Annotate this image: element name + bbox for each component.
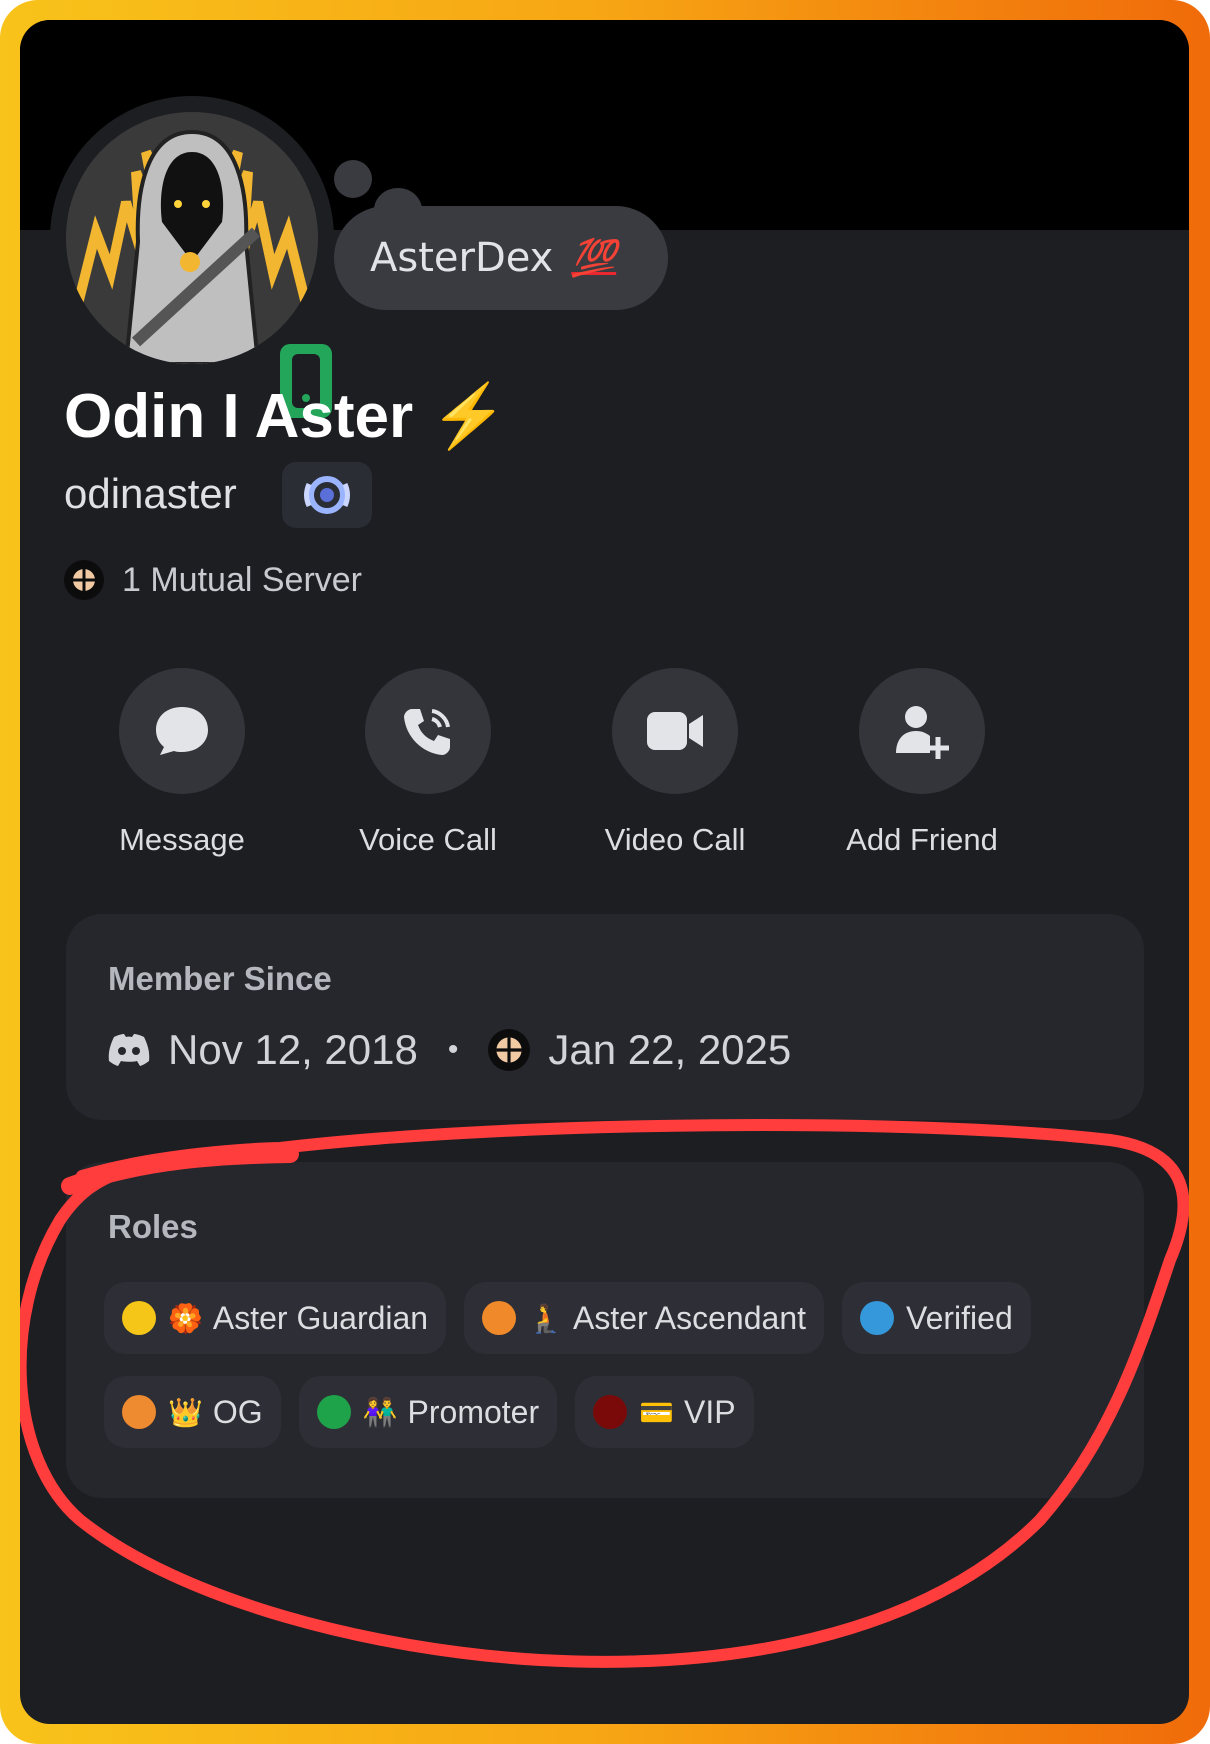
add-friend-label: Add Friend xyxy=(846,822,998,857)
video-camera-icon xyxy=(612,668,738,794)
member-since-title: Member Since xyxy=(108,960,332,997)
member-since-row: Nov 12, 2018 • Jan 22, 2025 xyxy=(108,1026,791,1074)
crown-icon: 👑 xyxy=(168,1396,203,1428)
add-friend-icon xyxy=(859,668,985,794)
rosette-icon: 🏵️ xyxy=(168,1302,203,1334)
kneeling-person-icon: 🧎 xyxy=(528,1302,563,1334)
server-icon xyxy=(488,1029,531,1071)
roles-list: 🏵️ Aster Guardian 🧎 Aster Ascendant Veri… xyxy=(104,1282,1114,1470)
role-color-dot xyxy=(482,1301,517,1335)
discord-join-date: Nov 12, 2018 xyxy=(168,1026,418,1073)
add-friend-button[interactable]: Add Friend xyxy=(792,668,1052,858)
avatar[interactable] xyxy=(50,96,338,424)
role-color-dot xyxy=(316,1395,351,1429)
server-icon xyxy=(64,560,104,600)
lightning-icon: ⚡ xyxy=(430,382,508,451)
laurel-badge-icon[interactable] xyxy=(282,462,372,528)
role-color-dot xyxy=(593,1395,628,1429)
server-join-date: Jan 22, 2025 xyxy=(548,1026,792,1073)
custom-status-bubble[interactable]: AsterDex 💯 xyxy=(334,206,668,310)
date-separator: • xyxy=(447,1033,459,1066)
role-color-dot xyxy=(860,1301,894,1335)
message-label: Message xyxy=(119,822,245,857)
mutual-servers-label: 1 Mutual Server xyxy=(122,560,362,599)
avatar-image xyxy=(66,112,318,364)
role-name: Aster Guardian xyxy=(212,1299,429,1336)
role-name: Aster Ascendant xyxy=(572,1299,806,1336)
username: odinaster xyxy=(64,470,237,517)
phone-icon xyxy=(365,668,491,794)
message-button[interactable]: Message xyxy=(52,668,312,858)
chat-bubble-icon xyxy=(119,668,245,794)
member-since-card: Member Since Nov 12, 2018 • Jan 22, 2025 xyxy=(66,914,1144,1120)
couple-icon: 👫 xyxy=(362,1396,398,1428)
role-name: Verified xyxy=(906,1299,1013,1336)
role-color-dot xyxy=(122,1395,156,1429)
video-call-button[interactable]: Video Call xyxy=(545,668,805,858)
role-name: VIP xyxy=(684,1393,736,1430)
video-call-label: Video Call xyxy=(604,822,746,857)
role-name: OG xyxy=(212,1393,263,1430)
roles-title: Roles xyxy=(108,1208,198,1245)
mutual-servers[interactable]: 1 Mutual Server xyxy=(64,560,362,600)
role-chip[interactable]: Verified xyxy=(842,1282,1031,1354)
display-name: Odin I Aster ⚡ xyxy=(64,380,508,453)
role-chip[interactable]: 💳 VIP xyxy=(575,1376,754,1448)
display-name-text: Odin I Aster xyxy=(64,382,414,451)
profile-screen: AsterDex 💯 Odin I Aster ⚡ odinaster 1 Mu… xyxy=(20,20,1189,1724)
role-color-dot xyxy=(122,1301,156,1335)
role-chip[interactable]: 👑 OG xyxy=(104,1376,281,1448)
role-chip[interactable]: 🧎 Aster Ascendant xyxy=(464,1282,824,1354)
profile-actions: Message Voice Call Video Call Add Friend xyxy=(20,668,1189,868)
role-chip[interactable]: 👫 Promoter xyxy=(298,1376,558,1448)
custom-status-text: AsterDex xyxy=(370,235,554,281)
voice-call-button[interactable]: Voice Call xyxy=(298,668,558,858)
credit-card-icon: 💳 xyxy=(639,1396,674,1428)
roles-card: Roles 🏵️ Aster Guardian 🧎 Aster Ascendan… xyxy=(66,1162,1144,1498)
voice-call-label: Voice Call xyxy=(359,822,497,857)
status-bubble-dot xyxy=(334,160,372,198)
hundred-points-icon: 💯 xyxy=(571,238,617,279)
role-chip[interactable]: 🏵️ Aster Guardian xyxy=(104,1282,447,1354)
phone-frame: AsterDex 💯 Odin I Aster ⚡ odinaster 1 Mu… xyxy=(0,0,1210,1744)
role-name: Promoter xyxy=(407,1393,540,1430)
discord-logo-icon xyxy=(108,1033,150,1067)
